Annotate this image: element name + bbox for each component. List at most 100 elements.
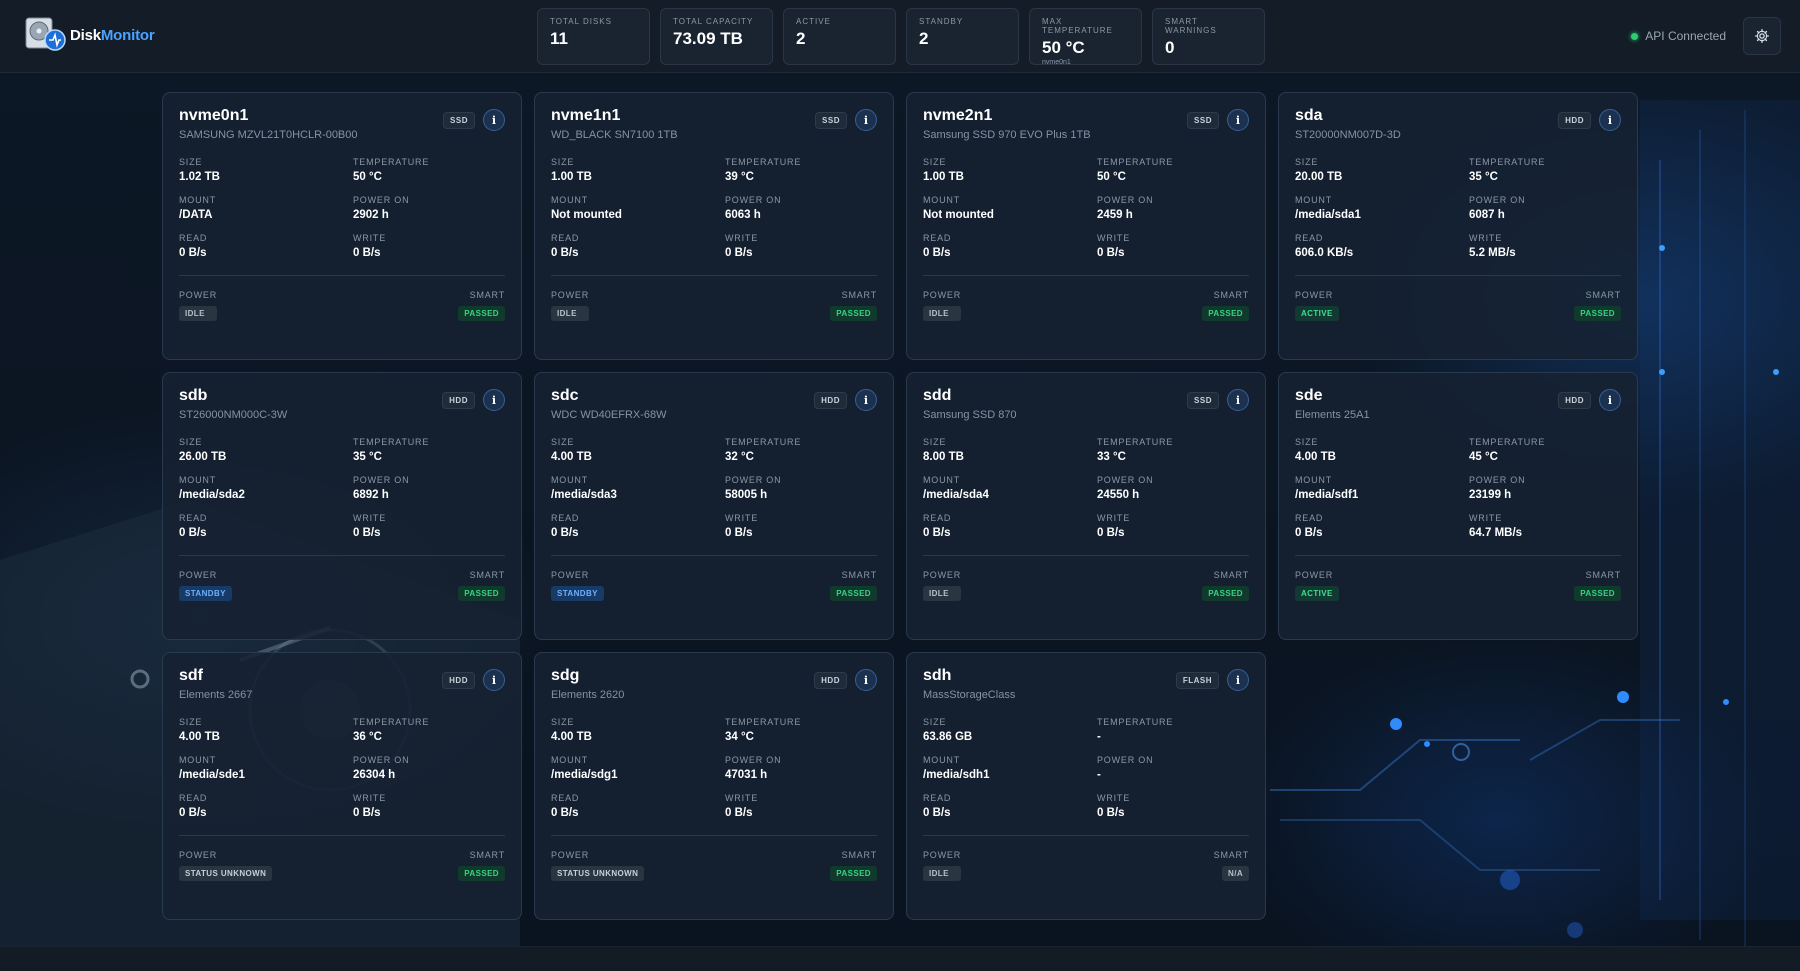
disk-card-sda[interactable]: sda ST20000NM007D-3D HDD i SIZE 20.00 TB … (1278, 92, 1638, 360)
info-button[interactable]: i (1599, 109, 1621, 131)
power-on-label: POWER ON (1097, 475, 1154, 485)
disk-card-sde[interactable]: sde Elements 25A1 HDD i SIZE 4.00 TB TEMP… (1278, 372, 1638, 640)
disk-card-sdc[interactable]: sdc WDC WD40EFRX-68W HDD i SIZE 4.00 TB T… (534, 372, 894, 640)
write-value: 0 B/s (1097, 527, 1125, 539)
temperature-value: 50 °C (1097, 171, 1126, 183)
info-button[interactable]: i (855, 109, 877, 131)
power-on-label: POWER ON (1097, 195, 1154, 205)
smart-status-badge: PASSED (1202, 306, 1249, 321)
temperature-value: - (1097, 731, 1101, 743)
write-value: 5.2 MB/s (1469, 247, 1516, 259)
size-label: SIZE (551, 717, 575, 727)
size-label: SIZE (1295, 157, 1319, 167)
power-on-value: 23199 h (1469, 489, 1512, 501)
info-button[interactable]: i (483, 389, 505, 411)
mount-label: MOUNT (923, 475, 960, 485)
write-label: WRITE (725, 793, 758, 803)
temperature-value: 39 °C (725, 171, 754, 183)
temperature-label: TEMPERATURE (1097, 157, 1174, 167)
smart-status-badge: PASSED (1574, 306, 1621, 321)
size-label: SIZE (923, 437, 947, 447)
write-label: WRITE (353, 233, 386, 243)
size-value: 1.00 TB (923, 171, 964, 183)
info-button[interactable]: i (855, 669, 877, 691)
stat-label: STANDBY (919, 17, 964, 26)
card-divider (923, 555, 1249, 556)
power-status-badge: STATUS UNKNOWN (179, 866, 273, 881)
disk-name: sdc (551, 387, 579, 404)
power-on-value: 6063 h (725, 209, 761, 221)
temperature-label: TEMPERATURE (725, 157, 802, 167)
read-label: READ (179, 793, 208, 803)
disk-type-badge: HDD (1558, 111, 1591, 129)
disk-card-sdg[interactable]: sdg Elements 2620 HDD i SIZE 4.00 TB TEMP… (534, 652, 894, 920)
disk-card-sdf[interactable]: sdf Elements 2667 HDD i SIZE 4.00 TB TEMP… (162, 652, 522, 920)
smart-label: SMART (1213, 570, 1249, 580)
stat-total-capacity: TOTAL CAPACITY 73.09 TB (660, 8, 773, 65)
size-value: 4.00 TB (1295, 451, 1336, 463)
card-divider (551, 555, 877, 556)
mount-value: /media/sda2 (179, 489, 245, 501)
disk-card-sdd[interactable]: sdd Samsung SSD 870 SSD i SIZE 8.00 TB TE… (906, 372, 1266, 640)
smart-label: SMART (1213, 290, 1249, 300)
temperature-label: TEMPERATURE (1469, 437, 1546, 447)
disk-type-badge: HDD (442, 671, 475, 689)
read-value: 0 B/s (923, 247, 951, 259)
info-button[interactable]: i (1227, 389, 1249, 411)
temperature-label: TEMPERATURE (1469, 157, 1546, 167)
brand-name-part1: Disk (70, 26, 101, 44)
stat-active: ACTIVE 2 (783, 8, 896, 65)
info-button[interactable]: i (855, 389, 877, 411)
disk-card-sdb[interactable]: sdb ST26000NM000C-3W HDD i SIZE 26.00 TB … (162, 372, 522, 640)
disk-type-badge: HDD (814, 671, 847, 689)
power-status-badge: IDLE (923, 306, 962, 321)
mount-value: /media/sda4 (923, 489, 989, 501)
power-on-label: POWER ON (725, 475, 782, 485)
disk-model: WDC WD40EFRX-68W (551, 409, 667, 421)
stat-label: TOTAL CAPACITY (673, 17, 754, 26)
disk-card-nvme1n1[interactable]: nvme1n1 WD_BLACK SN7100 1TB SSD i SIZE 1.… (534, 92, 894, 360)
power-label: POWER (1295, 570, 1334, 580)
smart-status-badge: N/A (1222, 866, 1249, 881)
mount-label: MOUNT (923, 195, 960, 205)
info-button[interactable]: i (483, 669, 505, 691)
summary-stats: TOTAL DISKS 11 TOTAL CAPACITY 73.09 TB A… (537, 8, 1265, 66)
read-value: 0 B/s (923, 527, 951, 539)
settings-button[interactable] (1743, 17, 1781, 55)
read-label: READ (551, 233, 580, 243)
disk-card-nvme2n1[interactable]: nvme2n1 Samsung SSD 970 EVO Plus 1TB SSD… (906, 92, 1266, 360)
info-button[interactable]: i (1227, 669, 1249, 691)
api-status: API Connected (1631, 29, 1726, 43)
write-value: 0 B/s (725, 247, 753, 259)
power-status-badge: IDLE (923, 586, 962, 601)
power-on-value: 47031 h (725, 769, 768, 781)
info-button[interactable]: i (1599, 389, 1621, 411)
temperature-value: 35 °C (353, 451, 382, 463)
disk-logo-icon (25, 17, 66, 51)
info-button[interactable]: i (1227, 109, 1249, 131)
temperature-label: TEMPERATURE (725, 437, 802, 447)
card-divider (1295, 275, 1621, 276)
status-dot-icon (1631, 32, 1639, 40)
smart-label: SMART (841, 570, 877, 580)
disk-name: sdf (179, 667, 203, 684)
card-divider (179, 275, 505, 276)
size-label: SIZE (179, 157, 203, 167)
read-value: 0 B/s (551, 527, 579, 539)
disk-type-badge: SSD (815, 111, 847, 129)
write-label: WRITE (1097, 233, 1130, 243)
stat-value: 2 (919, 29, 929, 48)
read-label: READ (1295, 233, 1324, 243)
power-on-label: POWER ON (725, 195, 782, 205)
disk-type-badge: FLASH (1175, 671, 1219, 689)
app-logo[interactable]: DiskMonitor (24, 16, 155, 54)
read-label: READ (551, 793, 580, 803)
size-label: SIZE (1295, 437, 1319, 447)
temperature-value: 45 °C (1469, 451, 1498, 463)
disk-card-sdh[interactable]: sdh MassStorageClass FLASH i SIZE 63.86 G… (906, 652, 1266, 920)
info-button[interactable]: i (483, 109, 505, 131)
disk-model: Samsung SSD 970 EVO Plus 1TB (923, 129, 1091, 141)
temperature-value: 36 °C (353, 731, 382, 743)
disk-card-nvme0n1[interactable]: nvme0n1 SAMSUNG MZVL21T0HCLR-00B00 SSD i… (162, 92, 522, 360)
power-label: POWER (551, 850, 590, 860)
